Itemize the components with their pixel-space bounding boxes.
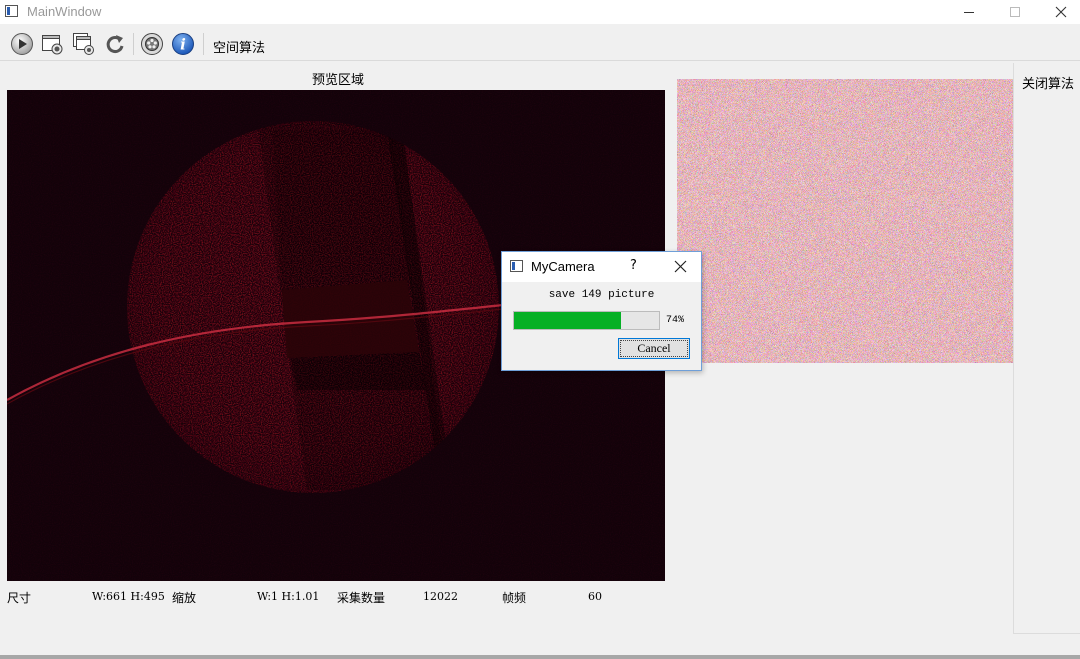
progress-dialog: MyCamera ? save 149 picture 74% Cancel	[501, 251, 702, 371]
settings-button[interactable]	[139, 31, 165, 57]
settings-icon	[141, 33, 163, 55]
minimize-icon	[964, 12, 974, 13]
noise-frame	[677, 79, 1013, 363]
cancel-button-label: Cancel	[637, 341, 671, 355]
status-bar: 尺寸 W:661 H:495 缩放 W:1 H:1.01 采集数量 12022 …	[0, 589, 700, 605]
dialog-close-button[interactable]	[672, 258, 688, 274]
cancel-button[interactable]: Cancel	[618, 338, 690, 359]
size-value: W:661 H:495	[92, 590, 165, 603]
right-panel	[1013, 63, 1080, 634]
zoom-value: W:1 H:1.01	[257, 590, 320, 603]
app-icon	[5, 5, 18, 17]
svg-text:i: i	[180, 36, 186, 54]
close-icon	[674, 260, 686, 272]
title-bar: MainWindow	[0, 0, 1080, 24]
processed-image	[677, 79, 1013, 363]
progress-bar	[513, 311, 660, 330]
dialog-title: MyCamera	[531, 259, 595, 274]
dialog-title-bar: MyCamera ?	[502, 252, 701, 282]
fps-label: 帧频	[502, 591, 527, 605]
size-label: 尺寸	[7, 591, 32, 605]
count-value: 12022	[423, 590, 458, 603]
window-title: MainWindow	[27, 4, 102, 19]
maximize-icon	[1010, 7, 1020, 17]
progress-fill	[514, 312, 622, 329]
refresh-button[interactable]	[102, 31, 128, 57]
play-button[interactable]	[9, 31, 35, 57]
preview-title: 预览区域	[312, 73, 365, 88]
maximize-button[interactable]	[992, 0, 1038, 24]
help-button[interactable]: ?	[630, 258, 637, 273]
play-icon	[11, 33, 33, 55]
spatial-algorithm-button[interactable]: 空间算法	[213, 37, 265, 56]
toolbar: i 空间算法	[0, 28, 1080, 61]
close-algorithm-button[interactable]: 关闭算法	[1022, 73, 1074, 92]
progress-percent: 74%	[666, 315, 685, 326]
multi-snapshot-button[interactable]	[71, 31, 97, 57]
minimize-button[interactable]	[946, 0, 992, 24]
bottom-border	[0, 655, 1080, 659]
count-label: 采集数量	[337, 591, 386, 605]
snapshot-icon	[42, 35, 63, 55]
fps-value: 60	[588, 590, 602, 603]
dialog-app-icon	[510, 260, 523, 272]
toolbar-separator	[133, 33, 134, 55]
zoom-label: 缩放	[172, 591, 197, 605]
multi-snapshot-icon	[73, 33, 94, 55]
toolbar-separator	[203, 33, 204, 55]
info-icon: i	[172, 33, 194, 55]
info-button[interactable]: i	[170, 31, 196, 57]
refresh-icon	[106, 35, 124, 53]
close-window-button[interactable]	[1038, 0, 1080, 24]
close-icon	[1055, 6, 1067, 18]
dialog-message: save 149 picture	[548, 289, 655, 301]
snapshot-button[interactable]	[40, 31, 66, 57]
